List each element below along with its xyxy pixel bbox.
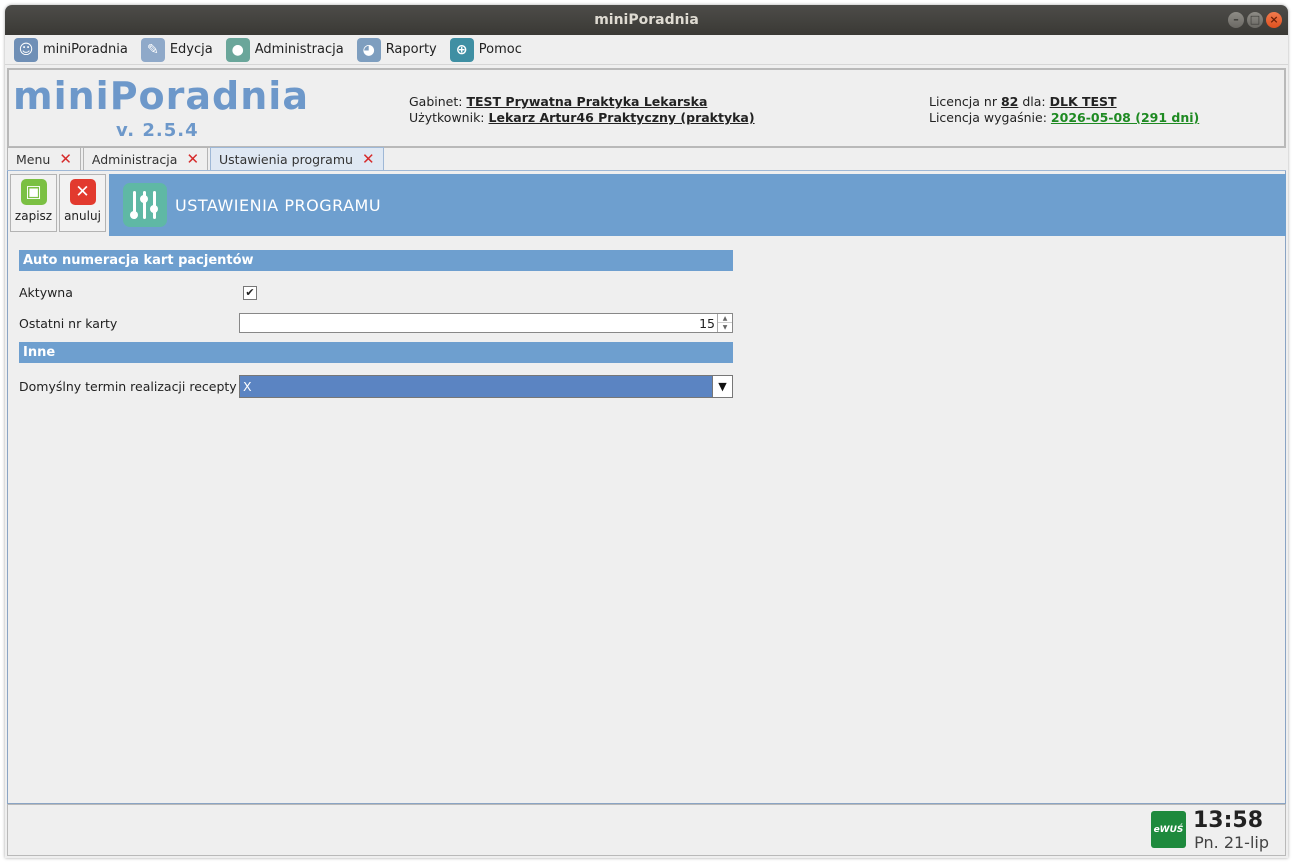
gabinet-info: Gabinet: TEST Prywatna Praktyka Lekarska [409,94,707,109]
active-checkbox[interactable]: ✔ [243,286,257,300]
menu-item-label: Raporty [385,42,437,57]
active-label: Aktywna [19,285,73,300]
menu-item-miniporadnia[interactable]: ☺ miniPoradnia [10,36,134,64]
window-title: miniPoradnia [594,12,699,28]
user-label: Użytkownik: [409,110,485,125]
menu-item-label: Pomoc [478,42,522,57]
license-label: Licencja nr [929,94,997,109]
maximize-button[interactable]: □ [1247,12,1263,28]
cancel-icon: ✕ [69,179,96,205]
section-auto-numbering: Auto numeracja kart pacjentów [19,250,733,271]
edit-icon: ✎ [140,37,165,62]
save-button[interactable]: ▣ zapisz [10,174,57,232]
license-holder: DLK TEST [1049,94,1117,109]
gabinet-label: Gabinet: [409,94,463,109]
ewus-icon[interactable]: eWUŚ [1151,811,1186,848]
ewus-label: eWUŚ [1153,824,1184,835]
last-card-value[interactable]: 15 [699,316,715,331]
chevron-down-icon[interactable]: ▼ [712,376,732,397]
close-tab-icon[interactable]: ✕ [362,151,375,167]
spinner-up-icon[interactable]: ▲ [718,314,732,323]
tab-administracja[interactable]: Administracja ✕ [82,147,209,170]
user-info: Użytkownik: Lekarz Artur46 Praktyczny (p… [409,110,755,125]
menu-item-label: miniPoradnia [43,42,128,57]
tab-ustawienia-programu[interactable]: Ustawienia programu ✕ [210,147,384,170]
spinner-arrows[interactable]: ▲ ▼ [717,314,732,332]
license-number: 82 [1000,94,1019,109]
menu-bar: ☺ miniPoradnia ✎ Edycja ● Administracja … [5,35,1288,65]
expiry-label: Licencja wygaśnie: [929,110,1047,125]
app-logo: miniPoradnia [13,74,309,118]
save-icon: ▣ [20,179,47,205]
status-bar: eWUŚ 13:58 Pn. 21-lip [7,804,1286,856]
save-label: zapisz [14,209,53,223]
doctor-icon: ☺ [14,37,38,62]
cancel-button[interactable]: ✕ anuluj [59,174,106,232]
report-icon: ◕ [356,37,381,62]
close-window-button[interactable]: × [1266,12,1282,28]
page-title: USTAWIENIA PROGRAMU [175,195,382,215]
tab-menu[interactable]: Menu ✕ [7,147,81,170]
menu-item-label: Edycja [169,42,213,57]
clock-time: 13:58 [1192,808,1263,833]
sliders-settings-icon [123,183,167,227]
menu-item-label: Administracja [254,42,344,57]
menu-item-pomoc[interactable]: ⊕ Pomoc [446,36,528,64]
license-expiry: Licencja wygaśnie: 2026-05-08 (291 dni) [929,110,1199,125]
admin-user-icon: ● [225,37,250,62]
window-controls: – □ × [1228,12,1282,28]
default-term-label: Domyślny termin realizacji recepty [19,379,237,394]
section-other: Inne [19,342,733,363]
last-card-spinner[interactable]: 15 ▲ ▼ [239,313,733,333]
tab-label: Ustawienia programu [219,151,353,167]
last-card-label: Ostatni nr karty [19,316,118,331]
settings-panel: ▣ zapisz ✕ anuluj USTAWIENIA PROGRAMU Au… [7,171,1286,804]
tab-bar: Menu ✕ Administracja ✕ Ustawienia progra… [7,147,1286,171]
user-value: Lekarz Artur46 Praktyczny (praktyka) [488,110,755,125]
default-term-value: X [243,379,252,394]
menu-item-edycja[interactable]: ✎ Edycja [137,36,219,64]
license-info: Licencja nr 82 dla: DLK TEST [929,94,1117,109]
gabinet-value: TEST Prywatna Praktyka Lekarska [466,94,708,109]
page-banner: USTAWIENIA PROGRAMU [109,174,1286,236]
app-window: miniPoradnia – □ × ☺ miniPoradnia ✎ Edyc… [5,5,1288,858]
license-for: dla: [1022,94,1046,109]
close-tab-icon[interactable]: ✕ [59,151,72,167]
expiry-value: 2026-05-08 (291 dni) [1050,110,1200,125]
menu-item-administracja[interactable]: ● Administracja [222,36,350,64]
tab-label: Menu [16,151,51,167]
close-tab-icon[interactable]: ✕ [186,151,199,167]
clock-date: Pn. 21-lip [1194,833,1269,852]
title-bar[interactable]: miniPoradnia – □ × [5,5,1288,35]
app-header: miniPoradnia v. 2.5.4 Gabinet: TEST Pryw… [7,68,1286,148]
default-term-select[interactable]: X ▼ [239,375,733,398]
spinner-down-icon[interactable]: ▼ [718,323,732,332]
tab-label: Administracja [91,151,178,167]
minimize-button[interactable]: – [1228,12,1244,28]
menu-item-raporty[interactable]: ◕ Raporty [353,36,443,64]
app-version: v. 2.5.4 [116,120,199,141]
cancel-label: anuluj [64,209,101,223]
help-lifebuoy-icon: ⊕ [449,37,474,62]
